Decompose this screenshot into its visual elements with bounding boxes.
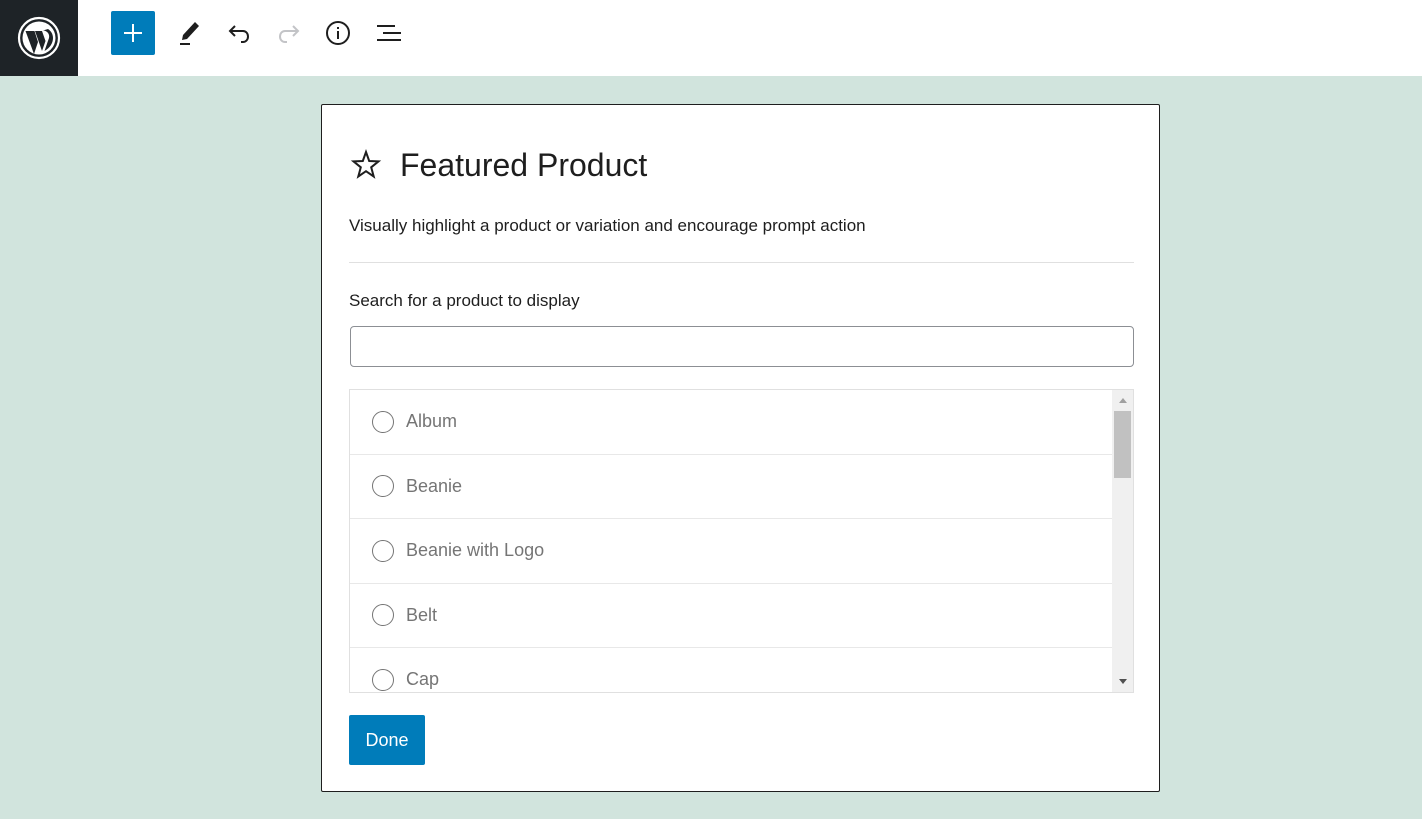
product-search-input[interactable]: [350, 326, 1134, 367]
caret-up-icon: [1118, 397, 1128, 403]
undo-icon: [226, 21, 252, 45]
radio-button[interactable]: [372, 669, 394, 691]
star-outline-icon: [350, 149, 382, 181]
caret-down-icon: [1118, 679, 1128, 685]
product-label: Beanie: [406, 476, 462, 497]
pencil-icon: [177, 19, 203, 47]
radio-button[interactable]: [372, 411, 394, 433]
list-scrollbar[interactable]: [1112, 390, 1133, 692]
wordpress-logo-icon: [17, 16, 61, 60]
scroll-down-arrow[interactable]: [1112, 672, 1133, 692]
redo-icon: [276, 21, 302, 45]
wordpress-logo-button[interactable]: [0, 0, 78, 76]
block-description: Visually highlight a product or variatio…: [349, 216, 866, 236]
product-label: Album: [406, 411, 457, 432]
redo-button[interactable]: [267, 11, 311, 55]
product-label: Beanie with Logo: [406, 540, 544, 561]
radio-button[interactable]: [372, 604, 394, 626]
product-option-belt[interactable]: Belt: [350, 584, 1112, 649]
product-option-beanie-with-logo[interactable]: Beanie with Logo: [350, 519, 1112, 584]
details-button[interactable]: [316, 11, 360, 55]
product-label: Belt: [406, 605, 437, 626]
editor-toolbar: [0, 0, 1422, 76]
product-list-items: Album Beanie Beanie with Logo Belt Cap: [350, 390, 1112, 693]
done-button[interactable]: Done: [349, 715, 425, 765]
product-list: Album Beanie Beanie with Logo Belt Cap: [349, 389, 1134, 693]
list-view-button[interactable]: [367, 11, 411, 55]
product-option-cap[interactable]: Cap: [350, 648, 1112, 693]
product-label: Cap: [406, 669, 439, 690]
info-icon: [325, 20, 351, 46]
divider: [349, 262, 1134, 263]
block-header: Featured Product: [350, 145, 647, 185]
scroll-thumb[interactable]: [1114, 411, 1131, 478]
plus-icon: [123, 23, 143, 43]
product-option-album[interactable]: Album: [350, 390, 1112, 455]
radio-button[interactable]: [372, 475, 394, 497]
add-block-button[interactable]: [111, 11, 155, 55]
radio-button[interactable]: [372, 540, 394, 562]
scroll-up-arrow[interactable]: [1112, 390, 1133, 410]
list-view-icon: [375, 21, 403, 45]
tools-button[interactable]: [168, 11, 212, 55]
block-title: Featured Product: [400, 147, 647, 184]
search-label: Search for a product to display: [349, 291, 580, 311]
featured-product-block: Featured Product Visually highlight a pr…: [321, 104, 1160, 792]
product-option-beanie[interactable]: Beanie: [350, 455, 1112, 520]
undo-button[interactable]: [217, 11, 261, 55]
